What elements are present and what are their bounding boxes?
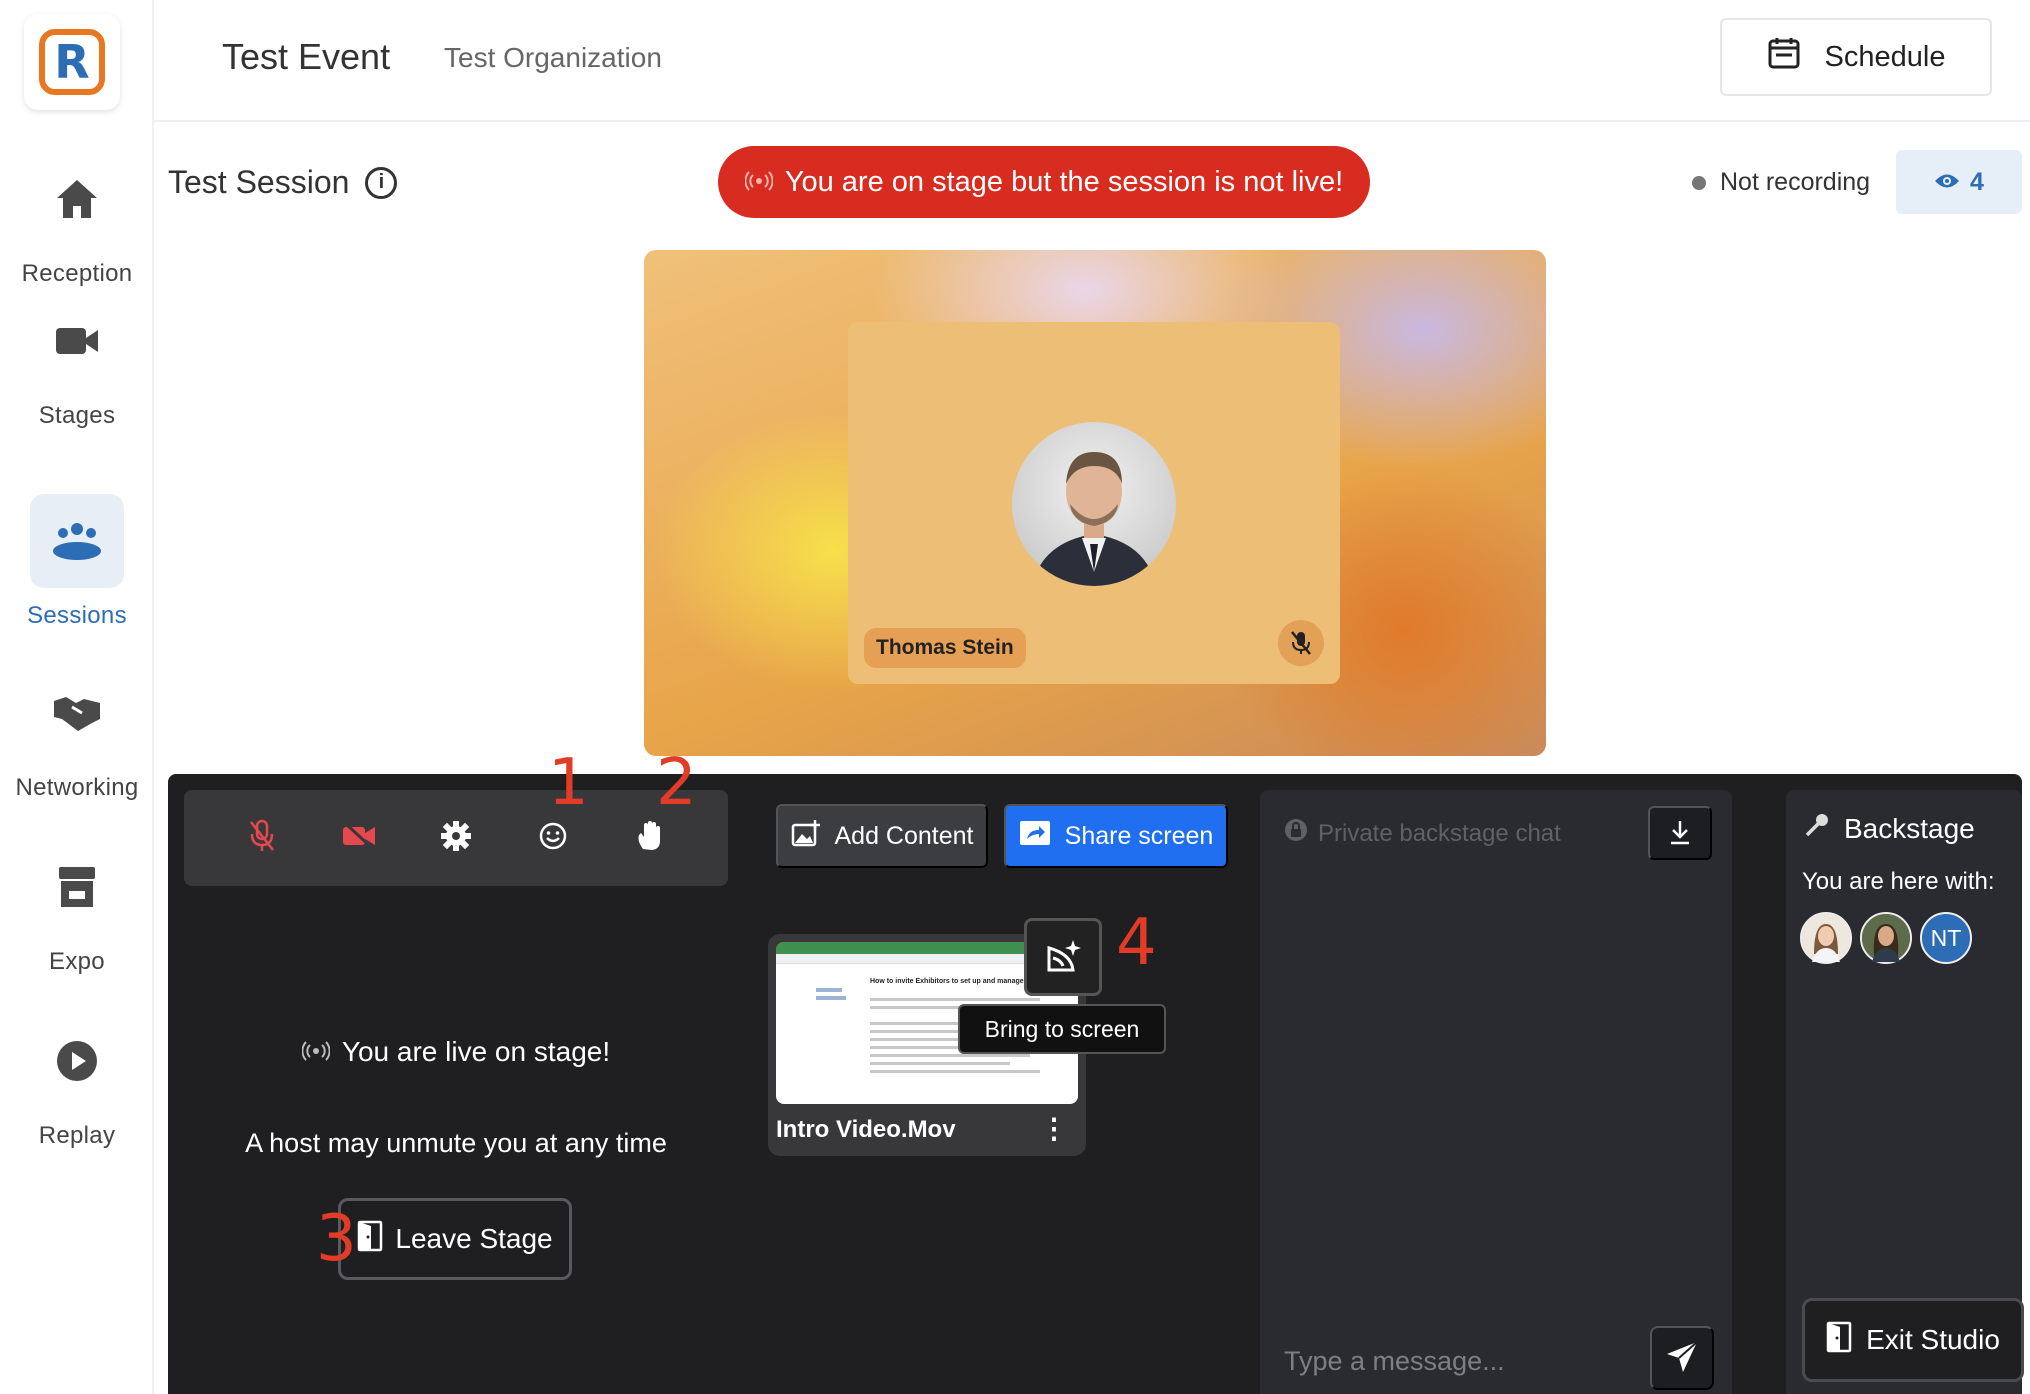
leave-stage-label: Leave Stage bbox=[395, 1223, 553, 1254]
raise-hand-icon bbox=[633, 819, 667, 858]
download-chat-button[interactable] bbox=[1648, 806, 1712, 860]
more-options-icon[interactable]: ⋮ bbox=[1040, 1112, 1068, 1145]
backstage-subtitle: You are here with: bbox=[1802, 868, 1995, 895]
chat-title: Private backstage chat bbox=[1284, 818, 1561, 849]
info-icon[interactable]: i bbox=[365, 166, 398, 199]
sidebar-item-expo[interactable]: Expo bbox=[0, 840, 154, 976]
media-controls-bar bbox=[184, 790, 728, 886]
door-exit-icon bbox=[1826, 1321, 1852, 1360]
gear-icon bbox=[440, 820, 472, 857]
participant-name: Thomas Stein bbox=[864, 628, 1026, 668]
avatar[interactable]: NT bbox=[1920, 912, 1972, 964]
media-item-name: Intro Video.Mov bbox=[776, 1116, 956, 1143]
sidebar-item-label: Reception bbox=[21, 260, 133, 287]
sidebar-item-networking[interactable]: Networking bbox=[0, 666, 154, 802]
storefront-icon bbox=[30, 840, 124, 934]
sidebar-item-label: Sessions bbox=[27, 602, 127, 629]
alert-text: You are on stage but the session is not … bbox=[784, 165, 1344, 198]
settings-button[interactable] bbox=[426, 808, 486, 868]
top-header: Test Event Test Organization Schedule bbox=[154, 0, 2030, 122]
logo-letter: R bbox=[39, 29, 105, 95]
sidebar-item-sessions[interactable]: Sessions bbox=[0, 494, 154, 630]
eye-icon bbox=[1934, 168, 1960, 197]
session-title-text: Test Session bbox=[168, 164, 350, 200]
share-screen-button[interactable]: Share screen bbox=[1004, 804, 1228, 868]
group-icon bbox=[30, 494, 124, 588]
lock-icon bbox=[1284, 818, 1308, 849]
participant-avatar bbox=[1012, 422, 1176, 586]
not-live-alert: You are on stage but the session is not … bbox=[718, 146, 1370, 218]
sidebar-item-label: Replay bbox=[38, 1122, 116, 1149]
camera-off-icon bbox=[341, 821, 377, 856]
avatar[interactable] bbox=[1860, 912, 1912, 964]
schedule-button[interactable]: Schedule bbox=[1720, 18, 1992, 96]
bring-to-screen-button[interactable] bbox=[1024, 918, 1102, 996]
recording-dot-icon bbox=[1692, 175, 1706, 190]
door-exit-icon bbox=[357, 1220, 383, 1259]
recording-status: Not recording bbox=[1692, 168, 1870, 197]
microphone-icon bbox=[1804, 812, 1830, 845]
sidebar: R Reception Stages Sessions Networking E… bbox=[0, 0, 154, 1394]
mute-toggle-button[interactable] bbox=[232, 808, 292, 868]
share-screen-label: Share screen bbox=[1064, 821, 1214, 850]
sidebar-item-stages[interactable]: Stages bbox=[0, 320, 154, 430]
mic-off-icon bbox=[1278, 620, 1324, 666]
backstage-title: Backstage bbox=[1804, 812, 1975, 845]
chat-title-text: Private backstage chat bbox=[1318, 819, 1561, 847]
event-title: Test Event bbox=[222, 36, 391, 77]
organization-name: Test Organization bbox=[444, 42, 662, 73]
recording-status-text: Not recording bbox=[1720, 168, 1871, 196]
camera-toggle-button[interactable] bbox=[329, 808, 389, 868]
viewer-count: 4 bbox=[1970, 167, 1984, 196]
screen-share-icon bbox=[1019, 820, 1051, 853]
backstage-participants: NT bbox=[1800, 912, 1972, 964]
bring-to-screen-tooltip: Bring to screen bbox=[958, 1004, 1166, 1054]
annotation-1: 1 bbox=[548, 746, 589, 820]
backstage-panel: Backstage You are here with: NT Exit Stu… bbox=[1786, 790, 2024, 1394]
broadcast-icon bbox=[744, 166, 774, 199]
sidebar-item-reception[interactable]: Reception bbox=[0, 152, 154, 288]
app-logo[interactable]: R bbox=[24, 14, 120, 110]
calendar-icon bbox=[1767, 36, 1801, 78]
stage-canvas: Thomas Stein bbox=[644, 250, 1546, 756]
home-icon bbox=[30, 152, 124, 246]
cast-sparkle-icon bbox=[1043, 936, 1083, 979]
play-circle-icon bbox=[30, 1014, 124, 1108]
annotation-2: 2 bbox=[656, 746, 697, 820]
live-status-text: You are live on stage! bbox=[341, 1036, 611, 1067]
exit-studio-button[interactable]: Exit Studio bbox=[1802, 1298, 2024, 1382]
chat-message-input[interactable]: Type a message... bbox=[1284, 1346, 1505, 1377]
sidebar-item-replay[interactable]: Replay bbox=[0, 1014, 154, 1150]
send-message-button[interactable] bbox=[1650, 1326, 1714, 1390]
live-status-message: You are live on stage! bbox=[184, 1036, 728, 1068]
handshake-icon bbox=[30, 666, 124, 760]
annotation-3: 3 bbox=[316, 1202, 357, 1276]
viewer-count-badge[interactable]: 4 bbox=[1896, 150, 2022, 214]
add-content-button[interactable]: Add Content bbox=[776, 804, 988, 868]
backstage-title-text: Backstage bbox=[1844, 812, 1975, 844]
avatar[interactable] bbox=[1800, 912, 1852, 964]
sidebar-item-label: Networking bbox=[15, 774, 139, 801]
annotation-4: 4 bbox=[1116, 906, 1157, 980]
leave-stage-button[interactable]: Leave Stage bbox=[338, 1198, 572, 1280]
download-icon bbox=[1668, 819, 1692, 848]
emoji-icon bbox=[538, 821, 568, 856]
video-camera-icon bbox=[30, 294, 124, 388]
broadcast-icon bbox=[301, 1036, 331, 1068]
backstage-chat-panel: Private backstage chat Type a message... bbox=[1260, 790, 1732, 1394]
session-title: Test Session i bbox=[168, 164, 398, 201]
schedule-label: Schedule bbox=[1824, 40, 1946, 73]
mic-off-icon bbox=[247, 819, 277, 858]
sidebar-item-label: Stages bbox=[38, 402, 116, 429]
add-content-label: Add Content bbox=[834, 821, 974, 850]
send-icon bbox=[1665, 1340, 1699, 1377]
sidebar-item-label: Expo bbox=[49, 948, 105, 975]
unmute-notice: A host may unmute you at any time bbox=[245, 1128, 667, 1158]
exit-studio-label: Exit Studio bbox=[1866, 1324, 2000, 1355]
add-image-icon bbox=[791, 819, 821, 854]
participant-tile[interactable]: Thomas Stein bbox=[848, 322, 1340, 684]
